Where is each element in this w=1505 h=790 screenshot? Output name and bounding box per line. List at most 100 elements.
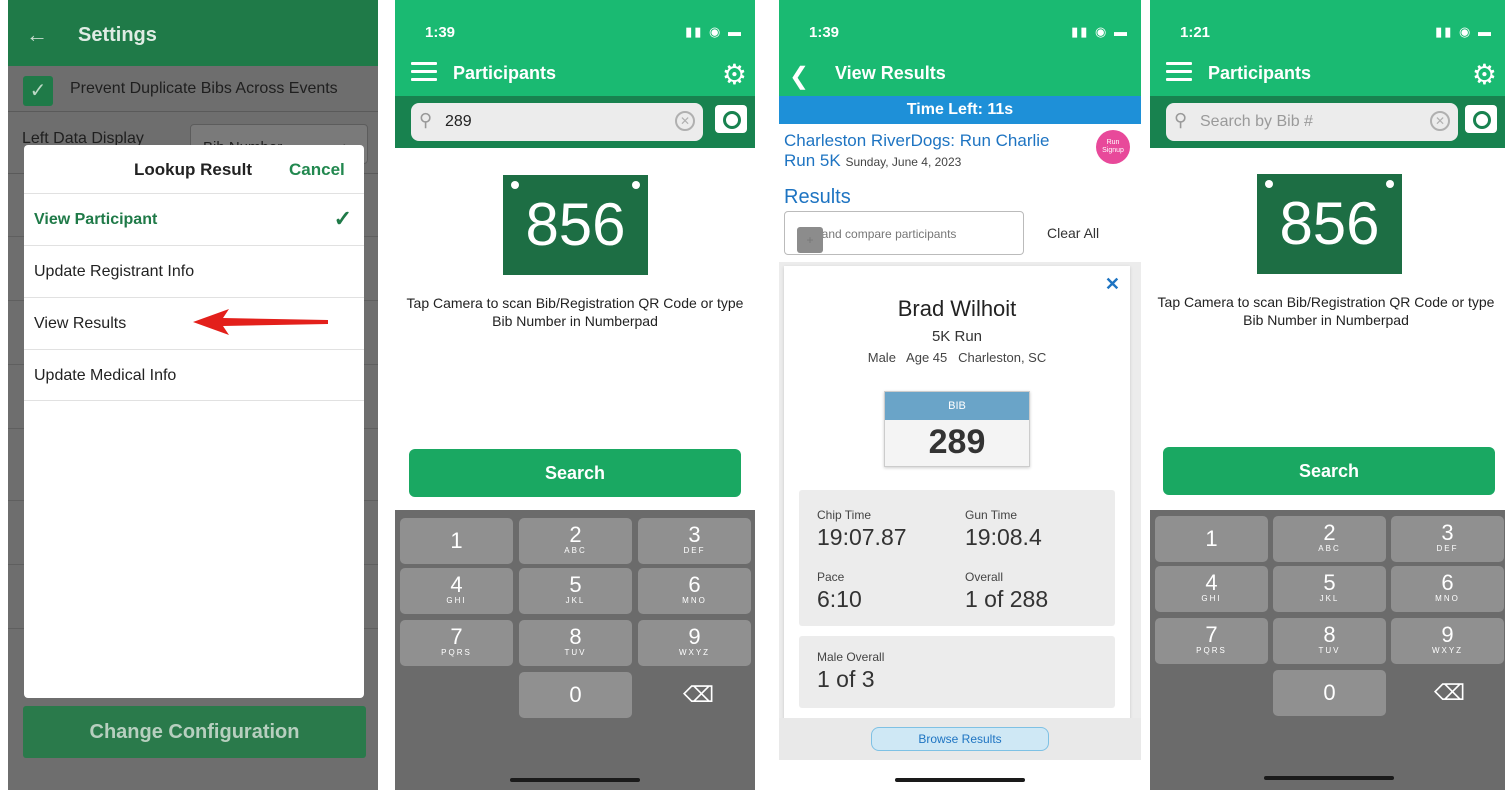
key-0[interactable]: 0: [519, 672, 632, 718]
numeric-keypad: 1 2 ABC 3 DEF 4 GHI 5 JKL 6 MNO 7 PQRS 8 TUV 9W…: [1150, 510, 1505, 790]
bib-display: 856: [503, 175, 648, 275]
app-bar: Participants ⚙: [1150, 44, 1505, 100]
key-1[interactable]: 1: [400, 518, 513, 564]
option-update-medical-info[interactable]: Update Medical Info: [24, 349, 364, 401]
search-button[interactable]: Search: [409, 449, 741, 497]
key-1[interactable]: 1: [1155, 516, 1268, 562]
key-7[interactable]: 7 PQRS: [400, 620, 513, 666]
cancel-button[interactable]: Cancel: [289, 160, 345, 180]
dialog-title: Lookup Result: [134, 160, 253, 179]
option-label: View Participant: [34, 211, 158, 228]
key-9[interactable]: 9 WXYZ: [638, 620, 751, 666]
male-overall-stat-box: Male Overall 1 of 3: [799, 636, 1115, 708]
participant-event: 5K Run: [931, 328, 983, 345]
home-indicator: [1264, 776, 1394, 780]
bib-hole: [1265, 180, 1273, 188]
browse-results-button[interactable]: Browse Results: [871, 727, 1049, 751]
bib-hole: [511, 181, 519, 189]
backspace-icon[interactable]: ⌫: [1434, 680, 1465, 706]
prevent-duplicate-row[interactable]: ✓ Prevent Duplicate Bibs Across Events: [8, 66, 378, 112]
camera-icon[interactable]: [715, 105, 747, 133]
hamburger-menu-icon[interactable]: [411, 62, 437, 82]
search-icon: ⚲: [1174, 110, 1188, 130]
settings-title: Settings: [78, 24, 157, 46]
key-4[interactable]: 4 GHI: [400, 568, 513, 614]
key-0[interactable]: 0: [1273, 670, 1386, 716]
checkbox-checked-icon[interactable]: ✓: [23, 76, 53, 106]
bib-search-input[interactable]: ⚲ Search by Bib # ✕: [1166, 103, 1458, 141]
result-stats: Chip Time 19:07.87 Gun Time 19:08.4 Pace…: [799, 490, 1115, 626]
compare-participants-input[interactable]: Add and compare participants +: [784, 211, 1024, 255]
page-title: Participants: [453, 63, 557, 83]
key-3[interactable]: 3 DEF: [638, 518, 751, 564]
close-icon[interactable]: ✕: [1105, 274, 1120, 295]
gear-icon[interactable]: ⚙: [722, 58, 747, 91]
bib-hole: [632, 181, 640, 189]
backspace-icon[interactable]: ⌫: [683, 682, 714, 708]
search-bar: ⚲ 289 ✕: [395, 96, 755, 148]
status-time: 1:21: [1180, 24, 1211, 41]
key-3[interactable]: 3 DEF: [1391, 516, 1504, 562]
clear-icon[interactable]: ✕: [675, 111, 695, 131]
change-configuration-button[interactable]: Change Configuration: [23, 706, 366, 758]
clear-all-button[interactable]: Clear All: [1047, 225, 1099, 241]
signal-wifi-battery-icon: ▮▮ ◉ ▬: [1071, 24, 1129, 39]
key-8[interactable]: 8 TUV: [519, 620, 632, 666]
settings-screen: ← Settings ✓ Prevent Duplicate Bibs Acro…: [8, 0, 378, 790]
settings-app-bar: ← Settings: [8, 0, 378, 66]
bib-number: 289: [928, 423, 986, 461]
chip-time-stat: Chip Time 19:07.87: [817, 508, 907, 550]
participant-result-card: ✕ Brad Wilhoit 5K Run Male Age 45 Charle…: [784, 266, 1130, 722]
add-icon[interactable]: +: [797, 227, 823, 253]
scan-hint: Tap Camera to scan Bib/Registration QR C…: [406, 295, 744, 329]
back-chevron-icon[interactable]: ❮: [789, 62, 809, 91]
participant-info: Male Age 45 Charleston, SC: [867, 350, 1047, 365]
results-heading: Results: [784, 186, 851, 208]
key-8[interactable]: 8 TUV: [1273, 618, 1386, 664]
search-button[interactable]: Search: [1163, 447, 1495, 495]
back-arrow-icon[interactable]: ←: [26, 22, 48, 48]
status-bar: 1:39 ▮▮ ◉ ▬: [779, 0, 1141, 44]
status-bar: 1:21 ▮▮ ◉ ▬: [1150, 0, 1505, 44]
signal-wifi-battery-icon: ▮▮ ◉ ▬: [685, 24, 743, 39]
key-4[interactable]: 4 GHI: [1155, 566, 1268, 612]
app-bar: Participants ⚙: [395, 44, 755, 100]
search-icon: ⚲: [419, 110, 433, 130]
bib-number: 856: [525, 191, 626, 258]
search-bar: ⚲ Search by Bib # ✕: [1150, 96, 1505, 148]
option-label: Update Medical Info: [34, 367, 177, 384]
search-value: 289: [445, 113, 472, 130]
option-update-registrant-info[interactable]: Update Registrant Info: [24, 245, 364, 297]
key-6[interactable]: 6 MNO: [638, 568, 751, 614]
key-5[interactable]: 5 JKL: [519, 568, 632, 614]
bib-search-input[interactable]: ⚲ 289 ✕: [411, 103, 703, 141]
key-2[interactable]: 2 ABC: [1273, 516, 1386, 562]
pace-stat: Pace 6:10: [817, 570, 862, 612]
bib-label: BIB: [885, 392, 1029, 420]
status-bar: 1:39 ▮▮ ◉ ▬: [395, 0, 755, 44]
view-results-screen: 1:39 ▮▮ ◉ ▬ ❮ View Results Time Left: 11…: [779, 0, 1141, 790]
key-6[interactable]: 6 MNO: [1391, 566, 1504, 612]
option-label: Update Registrant Info: [34, 263, 195, 280]
participants-search-screen: 1:39 ▮▮ ◉ ▬ Participants ⚙ ⚲ 289 ✕ 856 T…: [395, 0, 755, 790]
bib-display: 856: [1257, 174, 1402, 274]
option-view-participant[interactable]: View Participant ✓: [24, 193, 364, 245]
checkmark-icon: ✓: [333, 206, 352, 231]
male-overall-stat: Male Overall 1 of 3: [817, 650, 885, 692]
key-9[interactable]: 9 WXYZ: [1391, 618, 1504, 664]
participant-name: Brad Wilhoit: [897, 296, 1017, 321]
page-title: View Results: [835, 63, 946, 83]
result-bib: BIB 289: [884, 391, 1030, 467]
time-left-banner: Time Left: 11s: [779, 96, 1141, 124]
hamburger-menu-icon[interactable]: [1166, 62, 1192, 82]
runsignup-logo: Run Signup: [1096, 130, 1130, 164]
gear-icon[interactable]: ⚙: [1472, 58, 1497, 91]
key-7[interactable]: 7 PQRS: [1155, 618, 1268, 664]
scan-hint: Tap Camera to scan Bib/Registration QR C…: [1157, 294, 1495, 328]
camera-icon[interactable]: [1465, 105, 1497, 133]
clear-icon[interactable]: ✕: [1430, 111, 1450, 131]
key-2[interactable]: 2 ABC: [519, 518, 632, 564]
race-date: Sunday, June 4, 2023: [845, 155, 962, 169]
red-arrow-annotation-icon: [193, 309, 328, 335]
key-5[interactable]: 5 JKL: [1273, 566, 1386, 612]
